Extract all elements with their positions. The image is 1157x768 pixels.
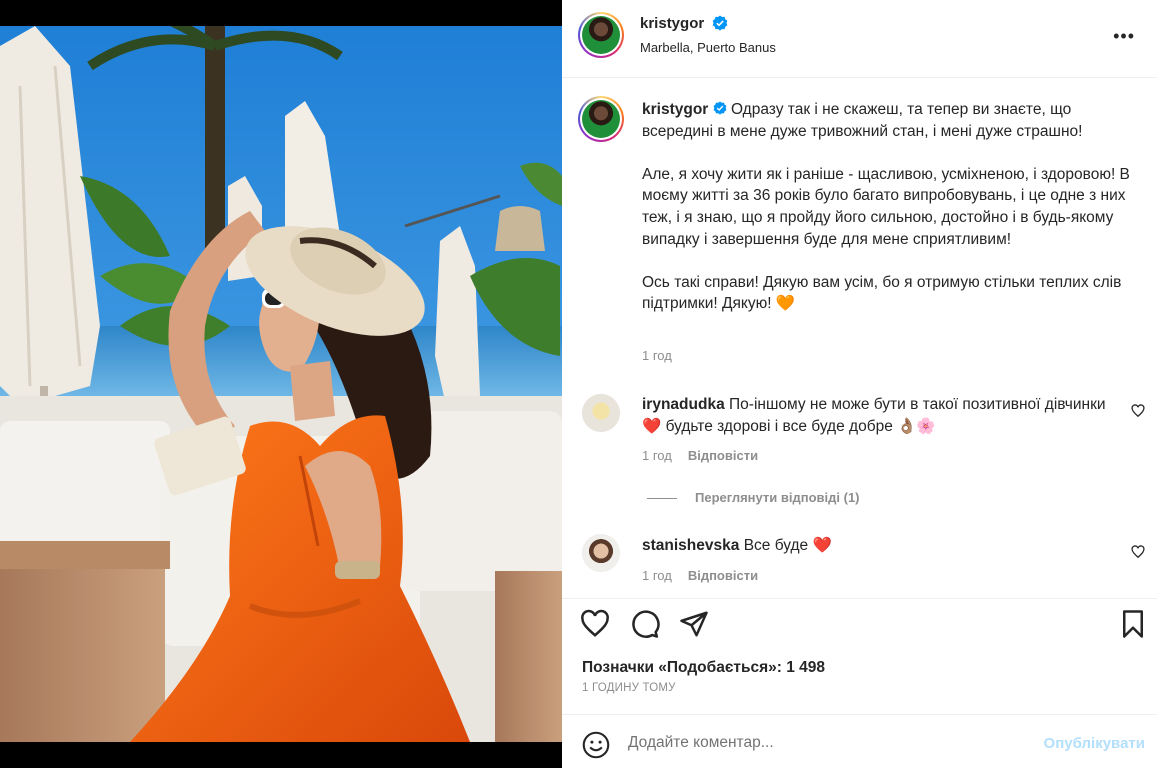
caption-timestamp[interactable]: 1 год xyxy=(642,348,672,363)
like-comment-heart-icon[interactable] xyxy=(1131,404,1145,418)
like-heart-icon[interactable] xyxy=(580,609,610,639)
caption-paragraph-3: Ось такі справи! Дякую вам усім, бо я от… xyxy=(642,273,1122,313)
commenter-avatar[interactable] xyxy=(582,394,620,432)
caption-author-avatar[interactable] xyxy=(578,96,624,142)
post-media-area xyxy=(0,0,562,768)
post-timestamp[interactable]: 1 ГОДИНУ ТОМУ xyxy=(582,682,676,694)
comment-text: irynadudka По-іншому не може бути в тако… xyxy=(642,394,1112,437)
like-comment-heart-icon[interactable] xyxy=(1131,545,1145,559)
replies-divider-line xyxy=(647,498,677,500)
caption-verified-icon xyxy=(713,101,727,115)
reply-button[interactable]: Відповісти xyxy=(688,448,758,463)
comment-timestamp[interactable]: 1 год xyxy=(642,448,672,463)
comment-meta: 1 год Відповісти xyxy=(642,568,758,583)
caption-username[interactable]: kristygor xyxy=(642,101,708,118)
comment-timestamp[interactable]: 1 год xyxy=(642,568,672,583)
comment-username[interactable]: irynadudka xyxy=(642,396,725,413)
commenter-avatar[interactable] xyxy=(582,534,620,572)
view-replies-label: Переглянути відповіді (1) xyxy=(695,490,860,505)
emoji-smiley-icon[interactable] xyxy=(582,731,610,759)
post-photo[interactable] xyxy=(0,26,562,742)
caption-paragraph-1: Одразу так і не скажеш, та тепер ви знає… xyxy=(642,101,1083,140)
save-bookmark-icon[interactable] xyxy=(1118,609,1148,639)
comment-input[interactable] xyxy=(628,731,1018,755)
verified-badge-icon xyxy=(712,15,728,36)
post-header: kristygor Marbella, Puerto Banus ••• xyxy=(562,0,1157,78)
publish-button[interactable]: Опублікувати xyxy=(1044,735,1145,752)
caption-text: kristygor Одразу так і не скажеш, та теп… xyxy=(642,99,1142,337)
more-options-icon[interactable]: ••• xyxy=(1113,26,1135,47)
post-location[interactable]: Marbella, Puerto Banus xyxy=(640,40,776,55)
comment-meta: 1 год Відповісти xyxy=(642,448,758,463)
actions-divider xyxy=(562,598,1157,599)
comment-bubble-icon[interactable] xyxy=(630,609,660,639)
likes-count[interactable]: Позначки «Подобається»: 1 498 xyxy=(582,659,825,677)
author-username[interactable]: kristygor xyxy=(640,15,704,32)
author-avatar[interactable] xyxy=(578,12,624,58)
reply-button[interactable]: Відповісти xyxy=(688,568,758,583)
add-comment-bar: Опублікувати xyxy=(562,714,1157,768)
post-detail-panel: kristygor Marbella, Puerto Banus ••• kri… xyxy=(562,0,1157,768)
comment-body: Все буде ❤️ xyxy=(743,537,832,554)
comment-username[interactable]: stanishevska xyxy=(642,537,739,554)
comment-text: stanishevska Все буде ❤️ xyxy=(642,535,1112,557)
caption-paragraph-2: Але, я хочу жити як і раніше - щасливою,… xyxy=(642,165,1130,248)
view-replies-button[interactable]: Переглянути відповіді (1) xyxy=(647,490,860,505)
post-photo-illustration xyxy=(0,26,562,742)
share-paper-plane-icon[interactable] xyxy=(679,609,709,639)
